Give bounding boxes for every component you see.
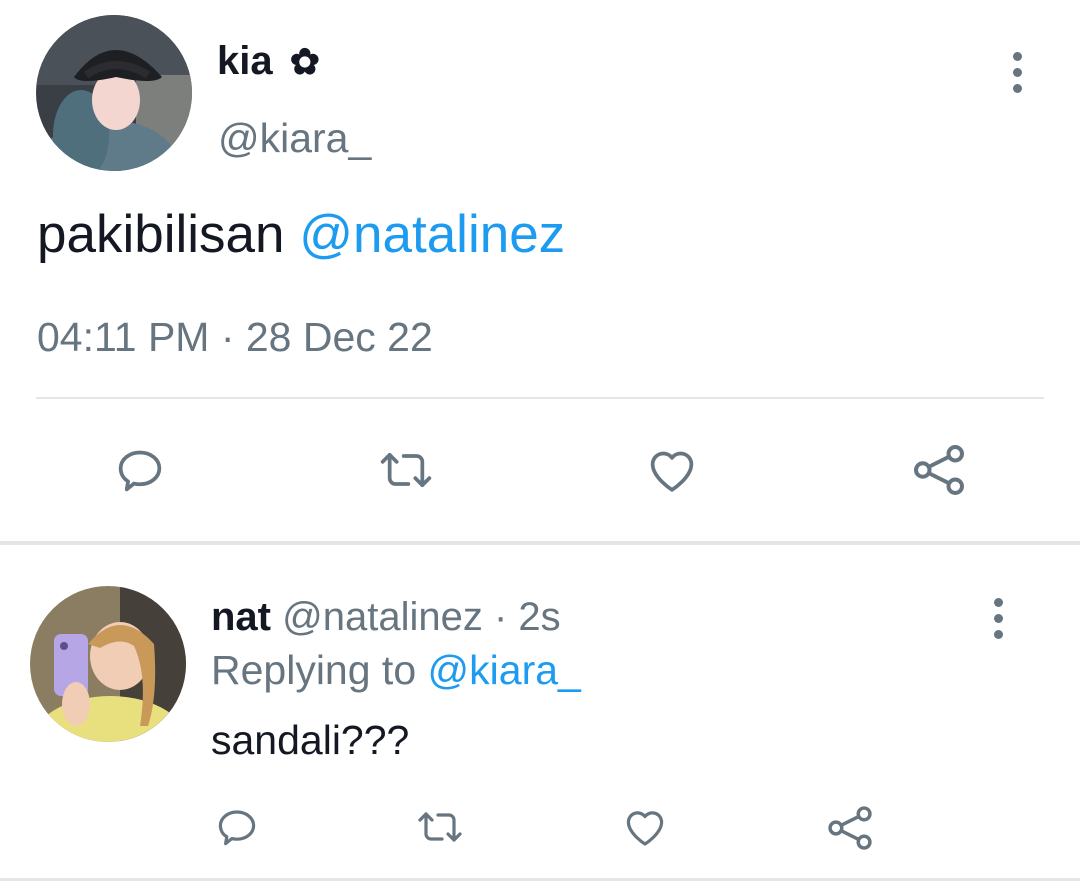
comment-icon[interactable] — [110, 440, 170, 500]
heart-icon[interactable] — [620, 802, 670, 852]
share-icon[interactable] — [908, 440, 970, 500]
reply-display-name[interactable]: nat — [211, 595, 271, 639]
flower-icon: ✿ — [289, 41, 320, 82]
bottom-divider — [0, 878, 1080, 881]
divider — [36, 397, 1044, 399]
replying-to: Replying to @kiara_ — [211, 646, 581, 694]
tweet-text: pakibilisan @natalinez — [37, 204, 565, 266]
author-name[interactable]: kia ✿ — [217, 38, 320, 85]
heart-icon[interactable] — [642, 440, 702, 500]
reply-text: sandali??? — [211, 717, 410, 763]
tweet-body: pakibilisan — [37, 205, 285, 264]
more-vertical-icon[interactable] — [988, 598, 1008, 639]
mention-link[interactable]: @natalinez — [299, 205, 565, 264]
avatar[interactable] — [36, 15, 192, 171]
tweet-timestamp: 04:11 PM · 28 Dec 22 — [37, 314, 433, 360]
reply-avatar[interactable] — [30, 586, 186, 742]
share-icon[interactable] — [824, 802, 876, 854]
reply-time: · 2s — [493, 595, 561, 639]
replying-label: Replying to — [211, 647, 417, 693]
more-vertical-icon[interactable] — [1007, 52, 1027, 93]
retweet-icon[interactable] — [374, 440, 438, 500]
display-name: kia — [217, 39, 273, 83]
reply-header: nat @natalinez · 2s — [211, 594, 561, 640]
retweet-icon[interactable] — [412, 802, 468, 852]
author-handle[interactable]: @kiara_ — [218, 114, 371, 162]
comment-icon[interactable] — [212, 802, 262, 852]
section-divider — [0, 541, 1080, 545]
replying-handle[interactable]: @kiara_ — [428, 647, 581, 693]
reply-handle[interactable]: @natalinez — [282, 595, 483, 639]
